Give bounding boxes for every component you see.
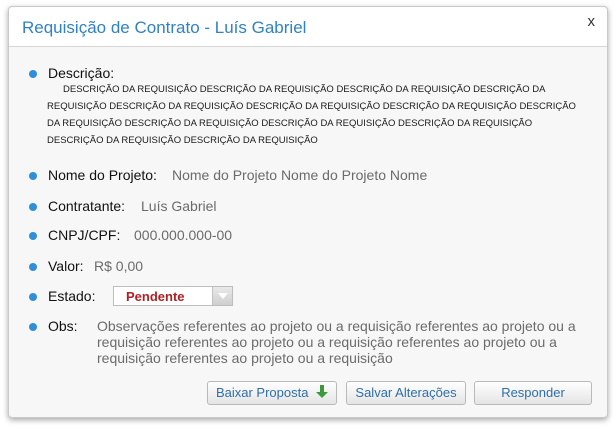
descricao-label: Descrição: (48, 65, 115, 81)
close-button[interactable]: x (588, 13, 596, 30)
estado-select[interactable]: Pendente (113, 286, 233, 306)
obs-label: Obs: (48, 318, 78, 334)
bullet-icon (29, 263, 37, 271)
projeto-label: Nome do Projeto: (48, 167, 157, 183)
chevron-down-icon[interactable] (212, 287, 232, 305)
contratante-value: Luís Gabriel (141, 198, 217, 214)
bullet-icon (29, 70, 37, 78)
dialog-header: Requisição de Contrato - Luís Gabriel x (9, 7, 607, 47)
dialog-title: Requisição de Contrato - Luís Gabriel (22, 18, 307, 37)
descricao-value: DESCRIÇÃO DA REQUISIÇÃO DESCRIÇÃO DA REQ… (47, 84, 576, 146)
projeto-value: Nome do Projeto Nome do Projeto Nome (172, 167, 428, 183)
contract-request-dialog: Requisição de Contrato - Luís Gabriel x … (8, 6, 608, 418)
responder-label: Responder (501, 385, 565, 400)
estado-selected-value: Pendente (126, 289, 185, 304)
baixar-proposta-label: Baixar Proposta (215, 385, 309, 400)
valor-value: R$ 0,00 (94, 258, 144, 274)
valor-label: Valor: (48, 258, 84, 274)
bullet-icon (29, 323, 37, 331)
obs-value: Observações referentes ao projeto ou a r… (97, 318, 576, 366)
bullet-icon (29, 203, 37, 211)
salvar-alteracoes-button[interactable]: Salvar Alterações (346, 381, 466, 405)
baixar-proposta-button[interactable]: Baixar Proposta (207, 381, 337, 405)
estado-label: Estado: (48, 288, 96, 304)
responder-button[interactable]: Responder (474, 381, 592, 405)
bullet-icon (29, 232, 37, 240)
contratante-label: Contratante: (48, 198, 126, 214)
bullet-icon (29, 293, 37, 301)
cnpj-label: CNPJ/CPF: (48, 227, 121, 243)
bullet-icon (29, 172, 37, 180)
cnpj-value: 000.000.000-00 (134, 227, 233, 243)
salvar-alteracoes-label: Salvar Alterações (355, 385, 457, 400)
download-arrow-icon (316, 385, 329, 399)
